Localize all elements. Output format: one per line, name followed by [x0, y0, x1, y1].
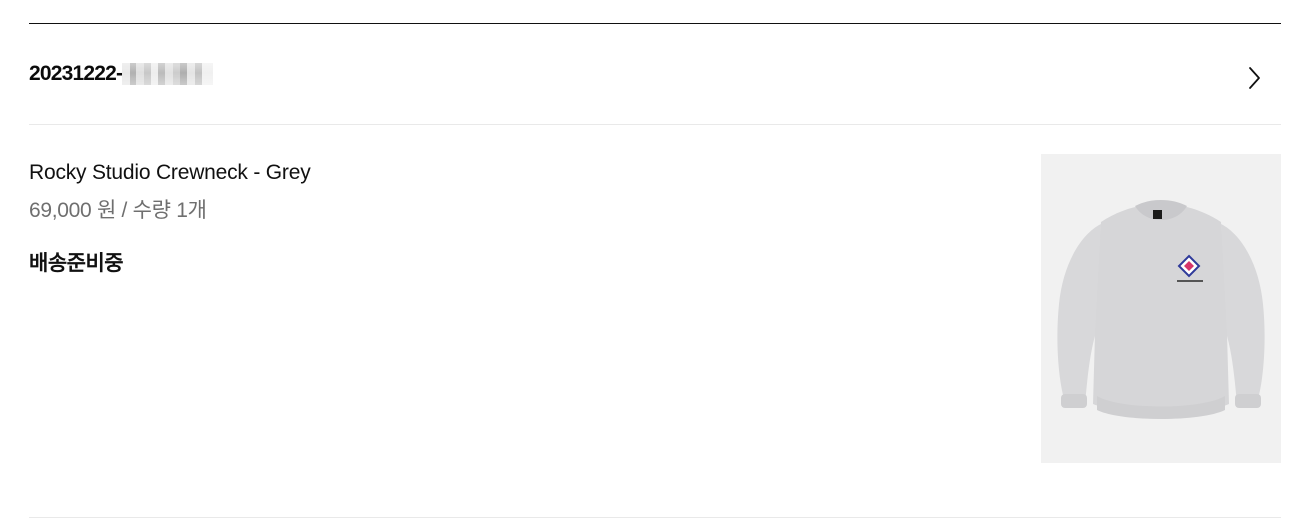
- product-price: 69,000 원: [29, 199, 116, 222]
- order-number-masked: [122, 63, 214, 85]
- product-name[interactable]: Rocky Studio Crewneck - Grey: [29, 160, 311, 186]
- order-number[interactable]: 20231222-: [29, 61, 214, 87]
- chevron-right-icon[interactable]: [1247, 66, 1263, 90]
- price-separator: /: [121, 199, 128, 222]
- bottom-divider: [29, 517, 1281, 518]
- sweatshirt-image: [1057, 200, 1265, 419]
- product-quantity: 수량 1개: [132, 199, 207, 222]
- order-header[interactable]: 20231222-: [29, 24, 1281, 125]
- delivery-status: 배송준비중: [29, 252, 124, 275]
- order-number-prefix: 20231222-: [29, 62, 123, 85]
- product-image[interactable]: [1041, 154, 1281, 463]
- order-card: 20231222- Rocky Studio Crewneck - Grey 6…: [29, 23, 1281, 519]
- price-quantity-line: 69,000 원 / 수량 1개: [29, 198, 207, 224]
